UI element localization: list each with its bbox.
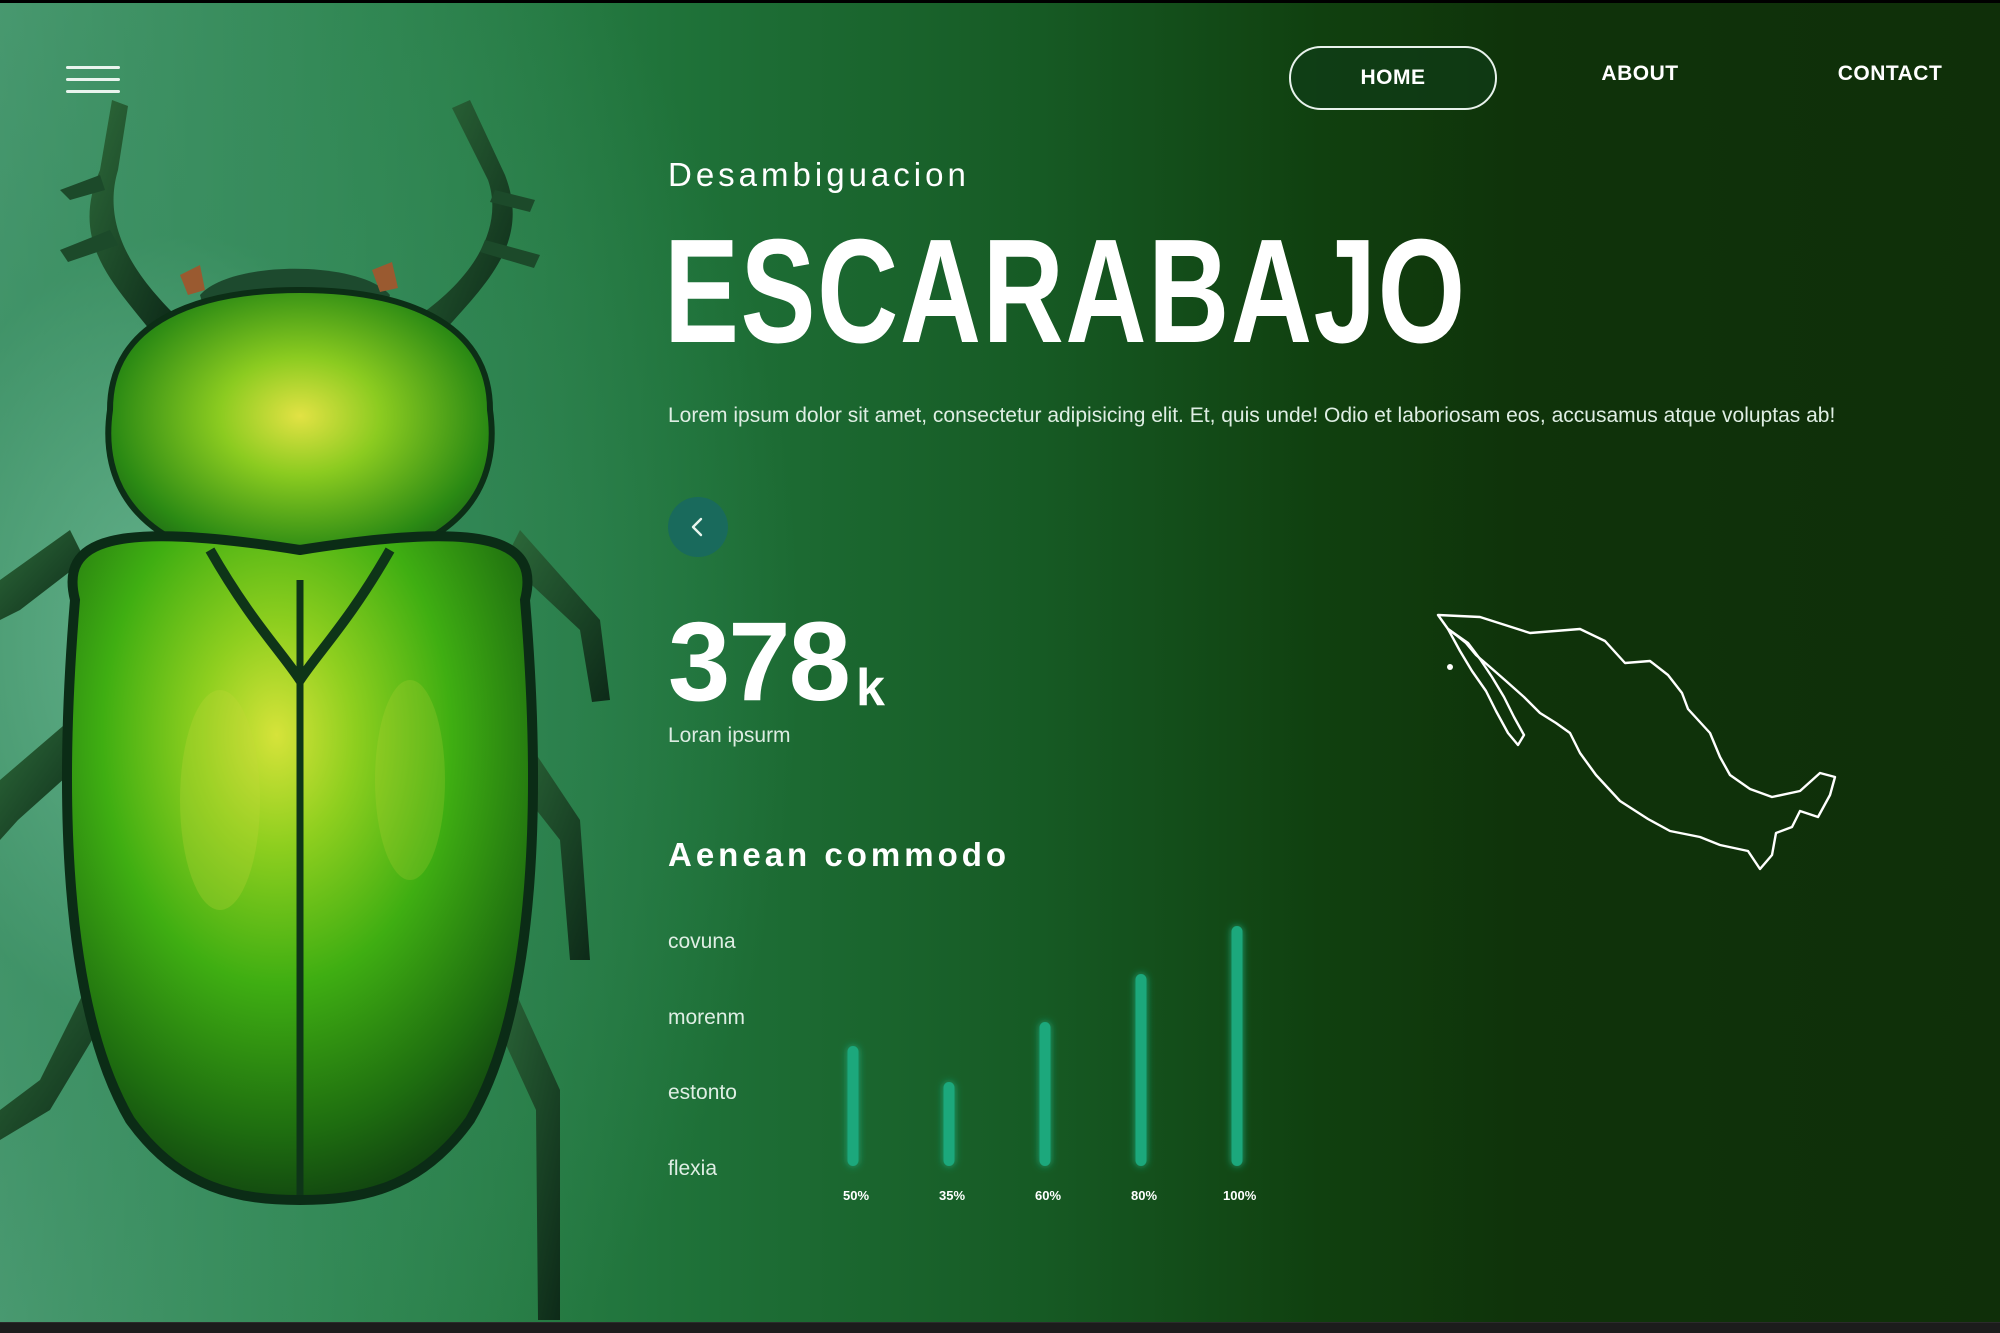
chart-bar	[1231, 926, 1243, 1166]
chart-tick-label: 60%	[1035, 1188, 1061, 1203]
chart-row-label: morenm	[668, 1006, 746, 1029]
chart-tick-label: 50%	[843, 1188, 869, 1203]
chart-tick-label: 80%	[1131, 1188, 1157, 1203]
mexico-map-icon	[1436, 613, 1837, 871]
bar-chart: 50% 35% 60% 80% 100%	[843, 926, 1257, 1203]
chart-row-label: flexia	[668, 1157, 718, 1180]
chart-bar	[1135, 974, 1147, 1166]
hero-description: Lorem ipsum dolor sit amet, consectetur …	[668, 404, 1836, 427]
nav-home-link[interactable]: HOME	[1289, 46, 1497, 110]
hero-title: ESCARABAJO	[664, 209, 1467, 374]
nav-about-link[interactable]: ABOUT	[1570, 44, 1710, 110]
chart-row-label: covuna	[668, 930, 736, 953]
page-background: HOME ABOUT CONTACT Desambiguacion ESCARA…	[0, 0, 2000, 1333]
menu-line	[66, 78, 120, 81]
chart-bar	[847, 1046, 859, 1166]
top-border	[0, 0, 2000, 3]
beetle-image	[0, 100, 610, 1320]
stat-value: 378	[668, 599, 851, 724]
chart-bar	[1039, 1022, 1051, 1166]
nav-contact-link[interactable]: CONTACT	[1810, 44, 1970, 110]
menu-line	[66, 66, 120, 69]
stat-label: Loran ipsurm	[668, 724, 791, 747]
bottom-status-strip	[0, 1322, 2000, 1333]
chart-row-label: estonto	[668, 1081, 737, 1104]
section-title: Aenean commodo	[668, 836, 1011, 873]
chart-tick-label: 100%	[1223, 1188, 1257, 1203]
menu-line	[66, 90, 120, 93]
hamburger-menu-icon[interactable]	[66, 66, 122, 96]
chart-bar	[943, 1082, 955, 1166]
previous-button[interactable]	[668, 497, 728, 557]
stat-unit: k	[856, 659, 885, 717]
chevron-left-icon	[691, 517, 703, 537]
chart-tick-label: 35%	[939, 1188, 965, 1203]
hero-subtitle: Desambiguacion	[668, 156, 970, 193]
